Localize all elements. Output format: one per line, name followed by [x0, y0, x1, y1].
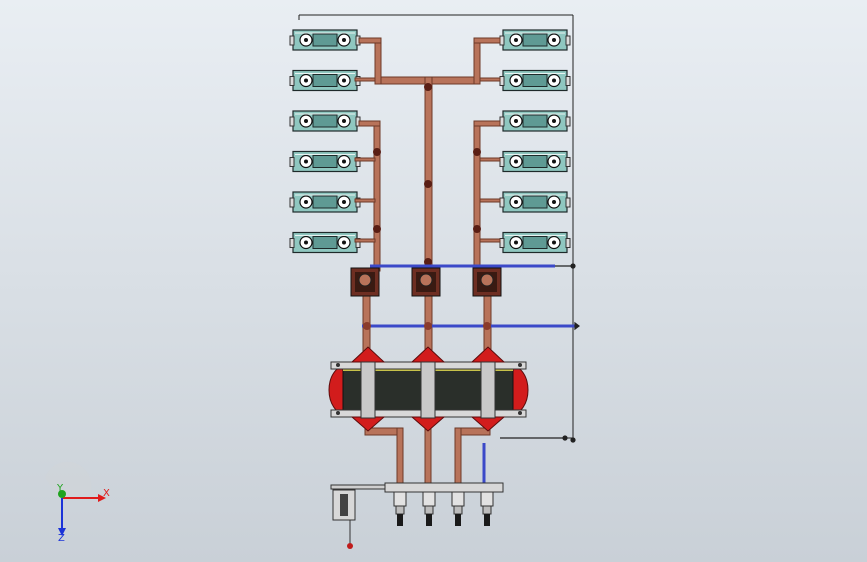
breaker-module [289, 29, 361, 51]
breaker-module [289, 69, 361, 92]
cable-terminal [393, 491, 407, 526]
cable-terminal [480, 491, 494, 526]
cable-terminal-block [330, 482, 504, 549]
cable-terminal [422, 491, 436, 526]
axis-y-label: Y [56, 483, 64, 494]
breaker-module [499, 191, 571, 213]
axis-z-label: Z [58, 533, 65, 544]
breaker-module [499, 29, 571, 51]
breaker-module [289, 231, 361, 254]
cable-terminal [451, 491, 465, 526]
breaker-module [289, 110, 361, 132]
cad-viewport[interactable]: X Y Z [0, 0, 867, 562]
breaker-module [499, 69, 571, 92]
axis-triad: X Y Z [45, 461, 110, 544]
breaker-column-right [499, 29, 571, 254]
breaker-module [289, 150, 361, 173]
breaker-module [499, 150, 571, 173]
axis-x-label: X [103, 488, 110, 499]
breaker-module [289, 191, 361, 213]
switch-tank [328, 346, 529, 432]
breaker-column-left [289, 29, 361, 254]
breaker-module [499, 231, 571, 254]
breaker-module [499, 110, 571, 132]
